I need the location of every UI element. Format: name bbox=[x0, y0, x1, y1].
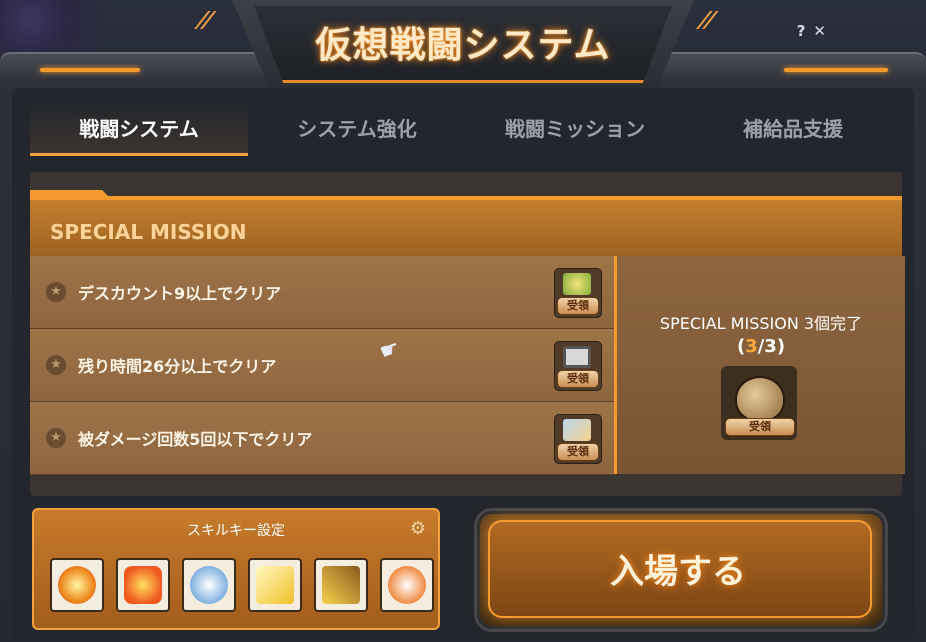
claim-button[interactable]: 受領 bbox=[557, 297, 599, 315]
mission-row: ★ 残り時間26分以上でクリア 受領 bbox=[30, 329, 614, 402]
portrait-icon bbox=[563, 419, 591, 441]
count-total: 3 bbox=[764, 336, 777, 357]
summary-text: SPECIAL MISSION 3個完了 bbox=[659, 314, 863, 333]
skill-key-title: スキルキー設定 bbox=[187, 523, 285, 539]
frame-accent-left bbox=[40, 68, 140, 72]
tab-system-upgrade[interactable]: システム強化 bbox=[248, 104, 466, 156]
frame-accent-right bbox=[784, 68, 888, 72]
tab-supply-support[interactable]: 補給品支援 bbox=[684, 104, 902, 156]
burst-skill-icon[interactable] bbox=[116, 558, 170, 612]
beam-skill-icon[interactable] bbox=[248, 558, 302, 612]
monitor-icon bbox=[563, 346, 591, 368]
mission-text: 残り時間26分以上でクリア bbox=[78, 357, 277, 376]
summary-claim-button[interactable]: 受領 bbox=[725, 418, 795, 436]
enter-button-label: 入場する bbox=[610, 552, 746, 592]
special-mission-title: SPECIAL MISSION bbox=[50, 220, 247, 244]
mission-row: ★ デスカウント9以上でクリア 受領 bbox=[30, 256, 614, 329]
claim-button[interactable]: 受領 bbox=[557, 370, 599, 388]
mission-row: ★ 被ダメージ回数5回以下でクリア 受領 bbox=[30, 402, 614, 475]
mission-reward: 受領 bbox=[554, 414, 602, 464]
mission-reward: 受領 bbox=[554, 341, 602, 391]
gear-icon[interactable]: ⚙ bbox=[410, 518, 426, 539]
summary-reward: 受領 bbox=[721, 366, 797, 440]
skill-list bbox=[50, 558, 434, 612]
fireball-skill-icon[interactable] bbox=[50, 558, 104, 612]
star-icon: ★ bbox=[46, 428, 66, 448]
tab-battle-mission[interactable]: 戦闘ミッション bbox=[466, 104, 684, 156]
star-icon: ★ bbox=[46, 282, 66, 302]
summary-count: (3/3) bbox=[736, 336, 786, 357]
question-icon[interactable]: ? bbox=[797, 22, 814, 40]
spin-skill-icon[interactable] bbox=[182, 558, 236, 612]
count-current: 3 bbox=[745, 336, 758, 357]
mission-summary: SPECIAL MISSION 3個完了 (3/3) 受領 bbox=[614, 256, 905, 474]
mission-reward: 受領 bbox=[554, 268, 602, 318]
close-icon[interactable]: ✕ bbox=[813, 22, 834, 40]
claim-button[interactable]: 受領 bbox=[557, 443, 599, 461]
mission-text: 被ダメージ回数5回以下でクリア bbox=[78, 430, 313, 449]
tab-battle-system[interactable]: 戦闘システム bbox=[30, 104, 248, 156]
skill-key-panel: スキルキー設定 ⚙ bbox=[32, 508, 440, 630]
dash-skill-icon[interactable] bbox=[380, 558, 434, 612]
sack-icon bbox=[735, 376, 785, 422]
window-title: 仮想戦闘システム bbox=[315, 25, 611, 66]
mission-list: ★ デスカウント9以上でクリア 受領 ★ 残り時間26分以上でクリア 受領 ★ … bbox=[30, 256, 614, 475]
lightning-skill-icon[interactable] bbox=[314, 558, 368, 612]
star-icon: ★ bbox=[46, 355, 66, 375]
window-controls: ?✕ bbox=[797, 22, 834, 40]
mission-text: デスカウント9以上でクリア bbox=[78, 284, 282, 303]
gift-box-icon bbox=[563, 273, 591, 295]
tab-bar: 戦闘システム システム強化 戦闘ミッション 補給品支援 bbox=[30, 104, 902, 156]
